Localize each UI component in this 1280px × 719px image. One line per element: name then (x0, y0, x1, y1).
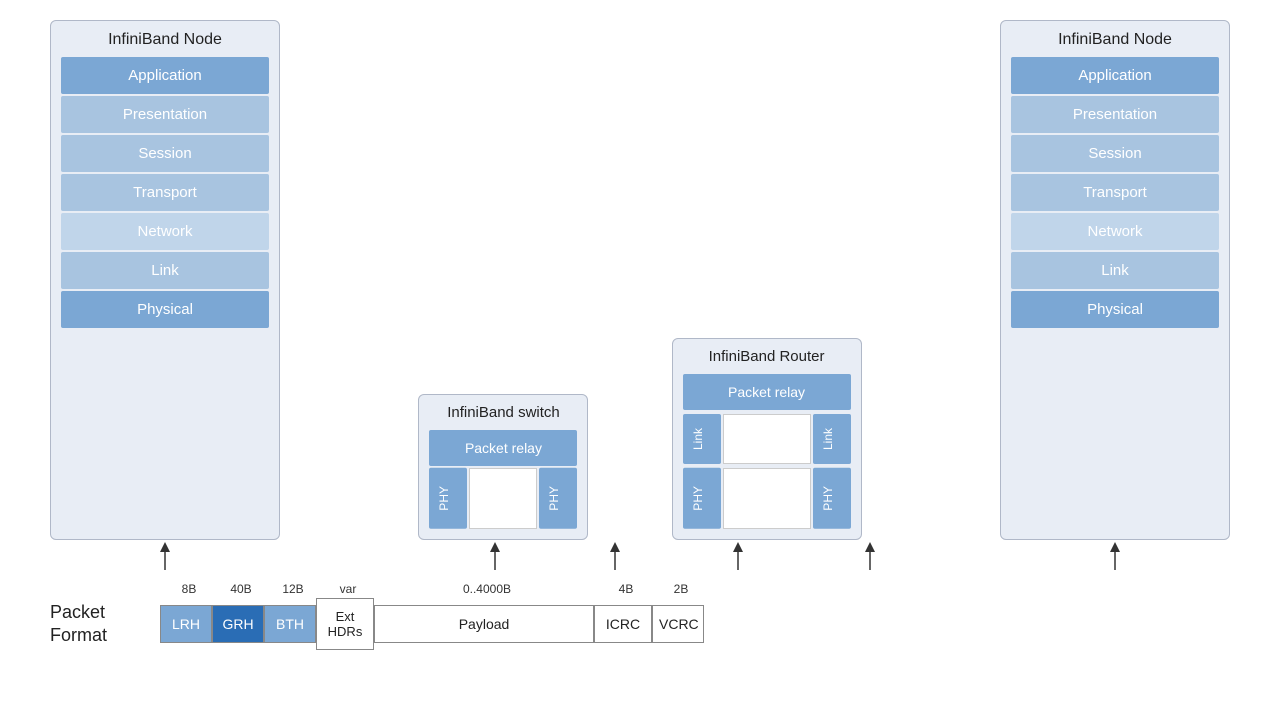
left-layer-presentation: Presentation (61, 96, 269, 133)
left-layer-network: Network (61, 213, 269, 250)
packet-vcrc: VCRC (652, 605, 704, 643)
router-relay-bar: Packet relay (683, 374, 851, 410)
size-exthdr: var (319, 582, 377, 596)
switch-stack: Packet relay PHY PHY (429, 430, 577, 529)
diagram-container: InfiniBand Node Application Presentation… (0, 0, 1280, 719)
right-layer-network: Network (1011, 213, 1219, 250)
size-icrc: 4B (597, 582, 655, 596)
arrows-svg (50, 540, 1230, 580)
packet-icrc: ICRC (594, 605, 652, 643)
router-link-right: Link (813, 414, 851, 464)
right-layer-transport: Transport (1011, 174, 1219, 211)
ib-router: InfiniBand Router Packet relay Link Link… (672, 338, 862, 540)
right-layer-session: Session (1011, 135, 1219, 172)
router-title: InfiniBand Router (709, 347, 825, 367)
packet-format-title: Packet Format (50, 601, 160, 648)
router-link-gap (723, 414, 811, 464)
router-phy-gap (723, 468, 811, 529)
packet-sizes-row: 8B 40B 12B var 0..4000B 4B 2B (163, 582, 707, 596)
full-diagram: InfiniBand Node Application Presentation… (50, 20, 1230, 650)
right-layer-presentation: Presentation (1011, 96, 1219, 133)
left-node-title: InfiniBand Node (108, 31, 222, 49)
switch-relay-bar: Packet relay (429, 430, 577, 466)
arrows-row (50, 540, 1230, 580)
switch-phy-row: PHY PHY (429, 468, 577, 529)
right-node-title: InfiniBand Node (1058, 31, 1172, 49)
packet-lrh: LRH (160, 605, 212, 643)
router-phy-right: PHY (813, 468, 851, 529)
left-ib-node: InfiniBand Node Application Presentation… (50, 20, 280, 540)
switch-phy-left: PHY (429, 468, 467, 529)
switch-phy-gap (469, 468, 537, 529)
left-layer-transport: Transport (61, 174, 269, 211)
left-layer-application: Application (61, 57, 269, 94)
size-grh: 40B (215, 582, 267, 596)
size-bth: 12B (267, 582, 319, 596)
router-phy-row: PHY PHY (683, 468, 851, 529)
nodes-row: InfiniBand Node Application Presentation… (50, 20, 1230, 540)
router-link-left: Link (683, 414, 721, 464)
router-link-row: Link Link (683, 414, 851, 464)
size-lrh: 8B (163, 582, 215, 596)
left-layer-session: Session (61, 135, 269, 172)
packet-bth: BTH (264, 605, 316, 643)
router-stack: Packet relay Link Link PHY PHY (683, 374, 851, 529)
left-osi-stack: Application Presentation Session Transpo… (61, 57, 269, 328)
right-ib-node: InfiniBand Node Application Presentation… (1000, 20, 1230, 540)
left-layer-link: Link (61, 252, 269, 289)
router-phy-left: PHY (683, 468, 721, 529)
switch-phy-right: PHY (539, 468, 577, 529)
right-layer-physical: Physical (1011, 291, 1219, 328)
packet-row: Packet Format LRH GRH BTH Ext HDRs Paylo… (50, 598, 704, 650)
size-payload: 0..4000B (377, 582, 597, 596)
right-layer-link: Link (1011, 252, 1219, 289)
ib-switch: InfiniBand switch Packet relay PHY PHY (418, 394, 588, 540)
size-vcrc: 2B (655, 582, 707, 596)
right-layer-application: Application (1011, 57, 1219, 94)
left-layer-physical: Physical (61, 291, 269, 328)
packet-section: 8B 40B 12B var 0..4000B 4B 2B Packet For… (50, 582, 1230, 650)
packet-exthdr: Ext HDRs (316, 598, 374, 650)
packet-grh: GRH (212, 605, 264, 643)
right-osi-stack: Application Presentation Session Transpo… (1011, 57, 1219, 328)
packet-payload: Payload (374, 605, 594, 643)
switch-title: InfiniBand switch (447, 403, 560, 423)
